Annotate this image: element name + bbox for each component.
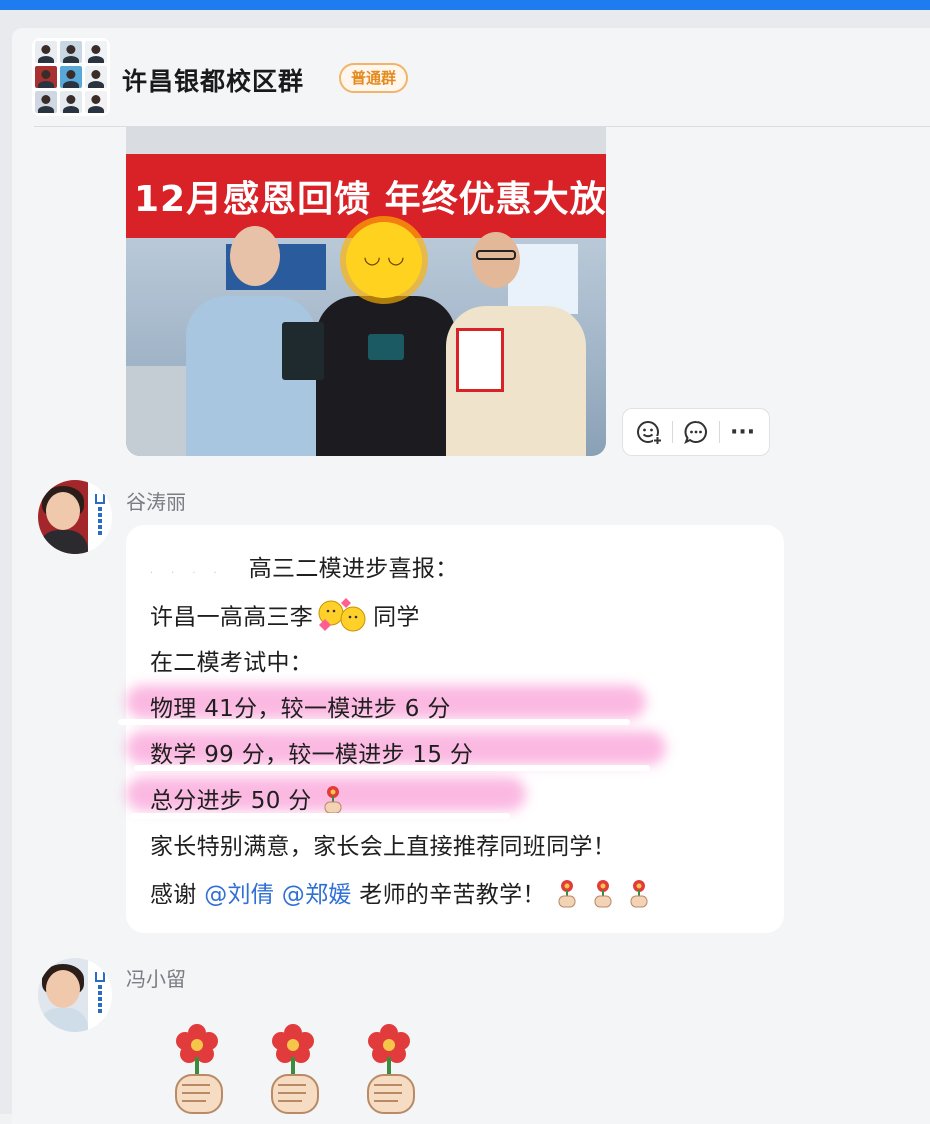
brand-logo-icon — [95, 494, 105, 504]
sender-name[interactable]: 谷涛丽 — [126, 486, 186, 515]
brand-text — [98, 507, 102, 537]
app-frame: 许昌银都校区群 普通群 12月感恩回馈 年终优惠大放送 ◡ ◡ ··· 谷涛丽 … — [0, 10, 930, 1124]
flower-hand-icon — [162, 1021, 232, 1117]
group-avatar[interactable] — [32, 38, 110, 116]
member-avatar — [85, 66, 107, 88]
action-separator — [672, 421, 674, 443]
sender-name[interactable]: 冯小留 — [126, 963, 186, 992]
parents-text: 家长特别满意，家长会上直接推荐同班同学！ — [150, 834, 616, 860]
photo-banner-text: 12月感恩回馈 年终优惠大放送 — [134, 179, 606, 220]
message-line: 数学 99 分，较一模进步 15 分 — [150, 735, 473, 769]
photo-person-head — [230, 226, 280, 286]
avatar-brand-strip — [88, 958, 112, 1032]
masked-text: ···· — [150, 568, 235, 579]
emoji-add-icon[interactable] — [631, 414, 667, 450]
total-score: 总分进步 50 分 — [150, 788, 312, 814]
underline-stroke — [134, 765, 650, 771]
certificate — [456, 328, 504, 392]
photo-person-head — [472, 232, 520, 288]
message-line: 许昌一高高三李 同学 — [150, 597, 420, 639]
student-suffix: 同学 — [373, 604, 420, 631]
message-line: 家长特别满意，家长会上直接推荐同班同学！ — [150, 827, 616, 861]
avatar-body — [38, 1008, 88, 1032]
message-line: ···· 高三二模进步喜报： — [150, 549, 458, 583]
member-avatar — [35, 66, 57, 88]
avatar-face — [46, 970, 80, 1008]
member-avatar — [60, 91, 82, 113]
underline-stroke — [118, 719, 630, 725]
brand-logo-icon — [95, 972, 105, 982]
member-avatar — [35, 41, 57, 63]
comment-icon[interactable] — [678, 414, 714, 450]
more-icon[interactable]: ··· — [725, 414, 761, 450]
sender-avatar[interactable] — [38, 480, 112, 554]
flower-hand-icon — [258, 1021, 328, 1117]
smiley-hearts-sticker-icon — [313, 597, 373, 639]
thanks-prefix: 感谢 — [150, 882, 197, 908]
sender-avatar[interactable] — [38, 958, 112, 1032]
flower-hand-icon — [589, 878, 617, 914]
window-top-accent-bar — [0, 0, 930, 10]
message-action-bar: ··· — [622, 408, 770, 456]
flower-hand-icon — [553, 878, 581, 914]
avatar-brand-strip — [88, 480, 112, 554]
underline-stroke — [130, 813, 510, 819]
photo-message[interactable]: 12月感恩回馈 年终优惠大放送 ◡ ◡ — [126, 126, 606, 456]
member-avatar — [85, 41, 107, 63]
group-name[interactable]: 许昌银都校区群 — [122, 62, 304, 98]
group-type-badge: 普通群 — [339, 63, 409, 93]
text-message-bubble[interactable]: ···· 高三二模进步喜报： 许昌一高高三李 同学 在二模考试中： 物理 41分，较… — [118, 525, 784, 933]
mention-link[interactable]: @刘倩 — [204, 882, 274, 908]
student-text: 许昌一高高三李 — [150, 604, 314, 631]
avatar-photo — [38, 480, 88, 554]
chat-header: 许昌银都校区群 普通群 — [12, 28, 930, 126]
message-line: 在二模考试中： — [150, 643, 313, 677]
message-line: 物理 41分，较一模进步 6 分 — [150, 689, 451, 723]
message-line: 感谢 @刘倩 @郑媛 老师的辛苦教学！ — [150, 875, 653, 914]
member-avatar — [60, 66, 82, 88]
thanks-suffix: 老师的辛苦教学！ — [359, 882, 546, 908]
report-title: 高三二模进步喜报： — [248, 556, 459, 582]
member-avatar — [85, 91, 107, 113]
sun-face: ◡ ◡ — [363, 244, 405, 268]
glasses — [476, 250, 516, 260]
avatar-face — [46, 492, 80, 530]
exam-text: 在二模考试中： — [150, 650, 314, 676]
flower-hand-icon — [625, 878, 653, 914]
action-separator — [718, 421, 720, 443]
brand-text — [98, 985, 102, 1015]
member-avatar — [60, 41, 82, 63]
avatar-body — [38, 530, 88, 554]
chat-panel: 许昌银都校区群 普通群 12月感恩回馈 年终优惠大放送 ◡ ◡ ··· 谷涛丽 … — [12, 28, 930, 1124]
flower-hand-icon — [354, 1021, 424, 1117]
book — [282, 322, 324, 380]
photo-person — [316, 296, 456, 456]
avatar-photo — [38, 958, 88, 1032]
book — [368, 334, 404, 360]
mention-link[interactable]: @郑媛 — [282, 882, 352, 908]
member-avatar — [35, 91, 57, 113]
